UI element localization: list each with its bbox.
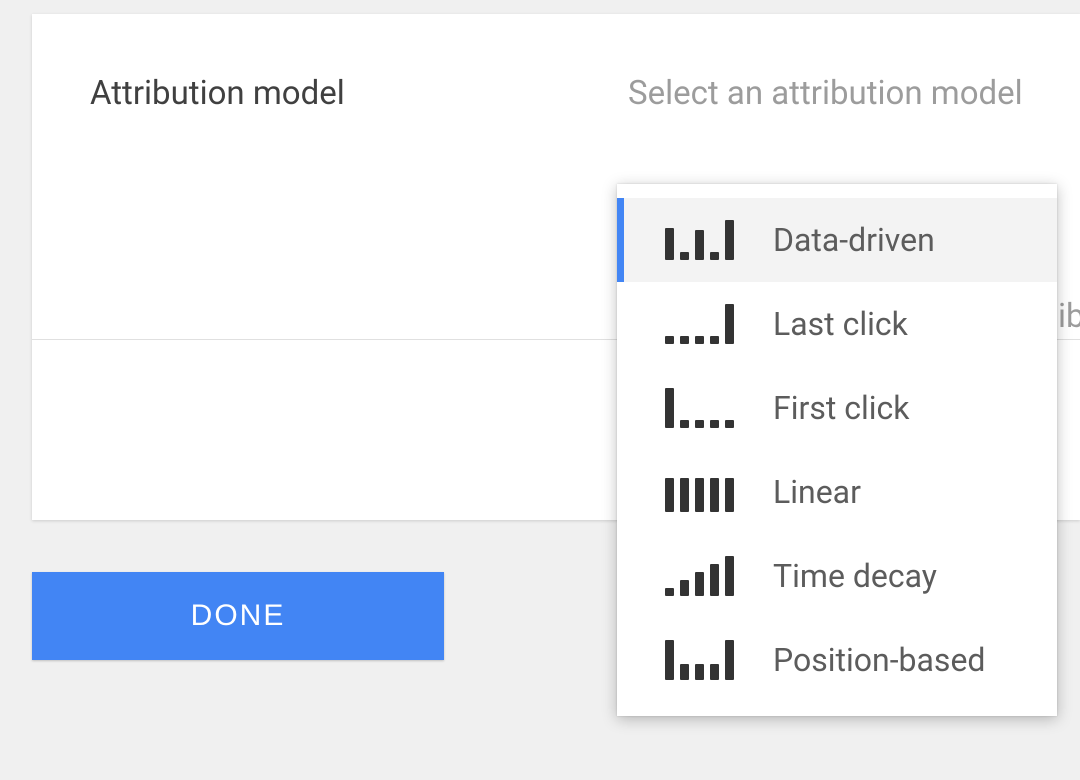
option-linear[interactable]: Linear xyxy=(617,450,1057,534)
option-label: Time decay xyxy=(773,557,937,595)
attribution-model-dropdown: Data-driven Last click First click Linear Ti… xyxy=(617,184,1057,716)
position-based-icon xyxy=(665,640,737,680)
last-click-icon xyxy=(665,304,737,344)
option-position-based[interactable]: Position-based xyxy=(617,618,1057,702)
option-label: First click xyxy=(773,389,910,427)
truncated-background-text: ib xyxy=(1058,297,1080,336)
option-label: Data-driven xyxy=(773,221,935,259)
attribution-model-select[interactable]: Select an attribution model xyxy=(628,74,1023,113)
data-driven-icon xyxy=(665,220,737,260)
attribution-model-label: Attribution model xyxy=(90,74,345,113)
done-button[interactable]: DONE xyxy=(32,572,444,660)
option-first-click[interactable]: First click xyxy=(617,366,1057,450)
option-time-decay[interactable]: Time decay xyxy=(617,534,1057,618)
option-last-click[interactable]: Last click xyxy=(617,282,1057,366)
linear-icon xyxy=(665,472,737,512)
option-label: Last click xyxy=(773,305,908,343)
option-label: Linear xyxy=(773,473,861,511)
option-data-driven[interactable]: Data-driven xyxy=(617,198,1057,282)
time-decay-icon xyxy=(665,556,737,596)
first-click-icon xyxy=(665,388,737,428)
option-label: Position-based xyxy=(773,641,985,679)
